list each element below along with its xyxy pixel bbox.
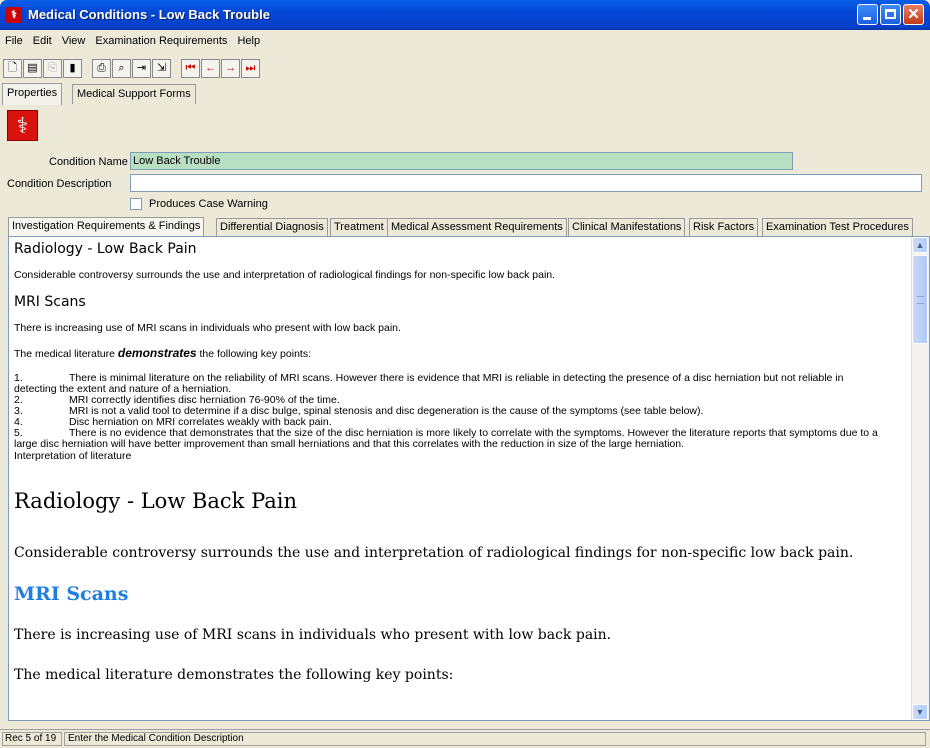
caduceus-logo: ⚕ (7, 110, 38, 141)
produces-case-warning-label: Produces Case Warning (149, 198, 268, 210)
export-icon: ⇥ (136, 62, 147, 74)
maximize-button[interactable] (880, 4, 901, 25)
status-message: Enter the Medical Condition Description (64, 732, 926, 746)
scroll-up-button[interactable]: ▲ (912, 237, 928, 253)
maximize-icon (885, 9, 896, 19)
last-record-button[interactable]: ⏭ (241, 59, 260, 78)
grip-icon (917, 296, 924, 304)
chevron-down-icon: ▼ (915, 707, 925, 717)
caduceus-icon: ⚕ (6, 7, 22, 23)
delete-icon: ▮ (69, 62, 76, 74)
scroll-thumb[interactable] (912, 255, 928, 344)
record-indicator: Rec 5 of 19 (2, 732, 62, 746)
menu-examination-requirements[interactable]: Examination Requirements (90, 32, 232, 47)
produces-case-warning-checkbox[interactable] (130, 198, 142, 210)
previous-record-icon: ← (205, 62, 216, 74)
condition-name-label: Condition Name (49, 156, 128, 168)
copy-button[interactable]: ⎘ (43, 59, 62, 78)
key-points-suffix: the following key points: (199, 348, 311, 360)
top-tab-strip: Properties Medical Support Forms (0, 83, 930, 105)
window-title: Medical Conditions - Low Back Trouble (28, 7, 270, 22)
interpretation-label: Interpretation of literature (14, 450, 132, 462)
list-text-cont: large disc herniation will have better i… (14, 438, 685, 450)
vertical-scrollbar[interactable]: ▲ ▼ (911, 237, 929, 720)
next-record-icon: → (225, 62, 236, 74)
exit-icon: ⇲ (156, 62, 167, 74)
close-icon: ✕ (907, 6, 920, 23)
status-bar: Rec 5 of 19 Enter the Medical Condition … (0, 729, 930, 748)
findings-content-area[interactable]: Radiology - Low Back Pain Considerable c… (8, 236, 930, 721)
tab-medical-support-forms[interactable]: Medical Support Forms (72, 84, 196, 104)
first-record-button[interactable]: ⏮ (181, 59, 200, 78)
copy-icon: ⎘ (48, 62, 57, 74)
menu-help[interactable]: Help (232, 32, 265, 47)
large-intro-paragraph: Considerable controversy surrounds the u… (14, 545, 854, 561)
new-button[interactable]: 🗋 (3, 59, 22, 78)
section-heading: Radiology - Low Back Pain (14, 241, 197, 257)
find-button[interactable]: ⌕ (112, 59, 131, 78)
key-points-intro: The medical literature demonstrates the … (14, 347, 909, 361)
menu-bar: File Edit View Examination Requirements Help (0, 32, 930, 52)
mri-heading: MRI Scans (14, 294, 86, 310)
print-button[interactable]: ⎙ (92, 59, 111, 78)
tab-investigation-requirements[interactable]: Investigation Requirements & Findings (8, 217, 205, 237)
large-key-points-intro: The medical literature demonstrates the … (14, 667, 454, 683)
new-icon: 🗋 (8, 62, 17, 74)
key-points-emphasis: demonstrates (117, 346, 197, 360)
minimize-button[interactable] (857, 4, 878, 25)
chevron-up-icon: ▲ (915, 240, 925, 250)
condition-name-field[interactable]: Low Back Trouble (130, 152, 793, 170)
intro-paragraph: Considerable controversy surrounds the u… (14, 269, 556, 281)
previous-record-button[interactable]: ← (201, 59, 220, 78)
tab-treatment[interactable]: Treatment (330, 218, 388, 236)
key-points-list: 1. There is minimal literature on the rel… (14, 373, 909, 450)
delete-button[interactable]: ▮ (63, 59, 82, 78)
open-icon: ▤ (27, 62, 38, 74)
menu-edit[interactable]: Edit (28, 32, 57, 47)
open-button[interactable]: ▤ (23, 59, 42, 78)
find-icon: ⌕ (118, 62, 125, 74)
toolbar: 🗋 ▤ ⎘ ▮ ⎙ ⌕ ⇥ ⇲ ⏮ ← → ⏭ (0, 56, 930, 82)
menu-file[interactable]: File (0, 32, 28, 47)
condition-description-label: Condition Description (7, 178, 112, 190)
export-button[interactable]: ⇥ (132, 59, 151, 78)
close-button[interactable]: ✕ (903, 4, 924, 25)
list-item: 5. There is no evidence that demonstrates… (14, 428, 909, 450)
key-points-prefix: The medical literature (14, 348, 115, 360)
tab-risk-factors[interactable]: Risk Factors (689, 218, 759, 236)
large-section-heading: Radiology - Low Back Pain (14, 489, 298, 513)
list-item: 1. There is minimal literature on the rel… (14, 373, 909, 395)
tab-medical-assessment-requirements[interactable]: Medical Assessment Requirements (387, 218, 567, 236)
section-tab-strip: Investigation Requirements & Findings Di… (8, 217, 930, 237)
mri-intro-paragraph: There is increasing use of MRI scans in … (14, 322, 401, 334)
next-record-button[interactable]: → (221, 59, 240, 78)
findings-document: Radiology - Low Back Pain Considerable c… (14, 241, 909, 705)
scroll-down-button[interactable]: ▼ (912, 704, 928, 720)
tab-properties[interactable]: Properties (2, 83, 63, 105)
large-mri-intro: There is increasing use of MRI scans in … (14, 627, 612, 643)
large-mri-heading: MRI Scans (14, 583, 129, 605)
tab-clinical-manifestations[interactable]: Clinical Manifestations (568, 218, 686, 236)
last-record-icon: ⏭ (245, 62, 256, 74)
exit-button[interactable]: ⇲ (152, 59, 171, 78)
minimize-icon (863, 17, 871, 20)
tab-examination-test-procedures[interactable]: Examination Test Procedures (762, 218, 913, 236)
first-record-icon: ⏮ (185, 62, 196, 74)
menu-view[interactable]: View (57, 32, 91, 47)
tab-differential-diagnosis[interactable]: Differential Diagnosis (216, 218, 328, 236)
condition-description-field[interactable] (130, 174, 922, 192)
window-title-bar[interactable]: ⚕ Medical Conditions - Low Back Trouble … (0, 0, 930, 30)
print-icon: ⎙ (97, 62, 106, 74)
